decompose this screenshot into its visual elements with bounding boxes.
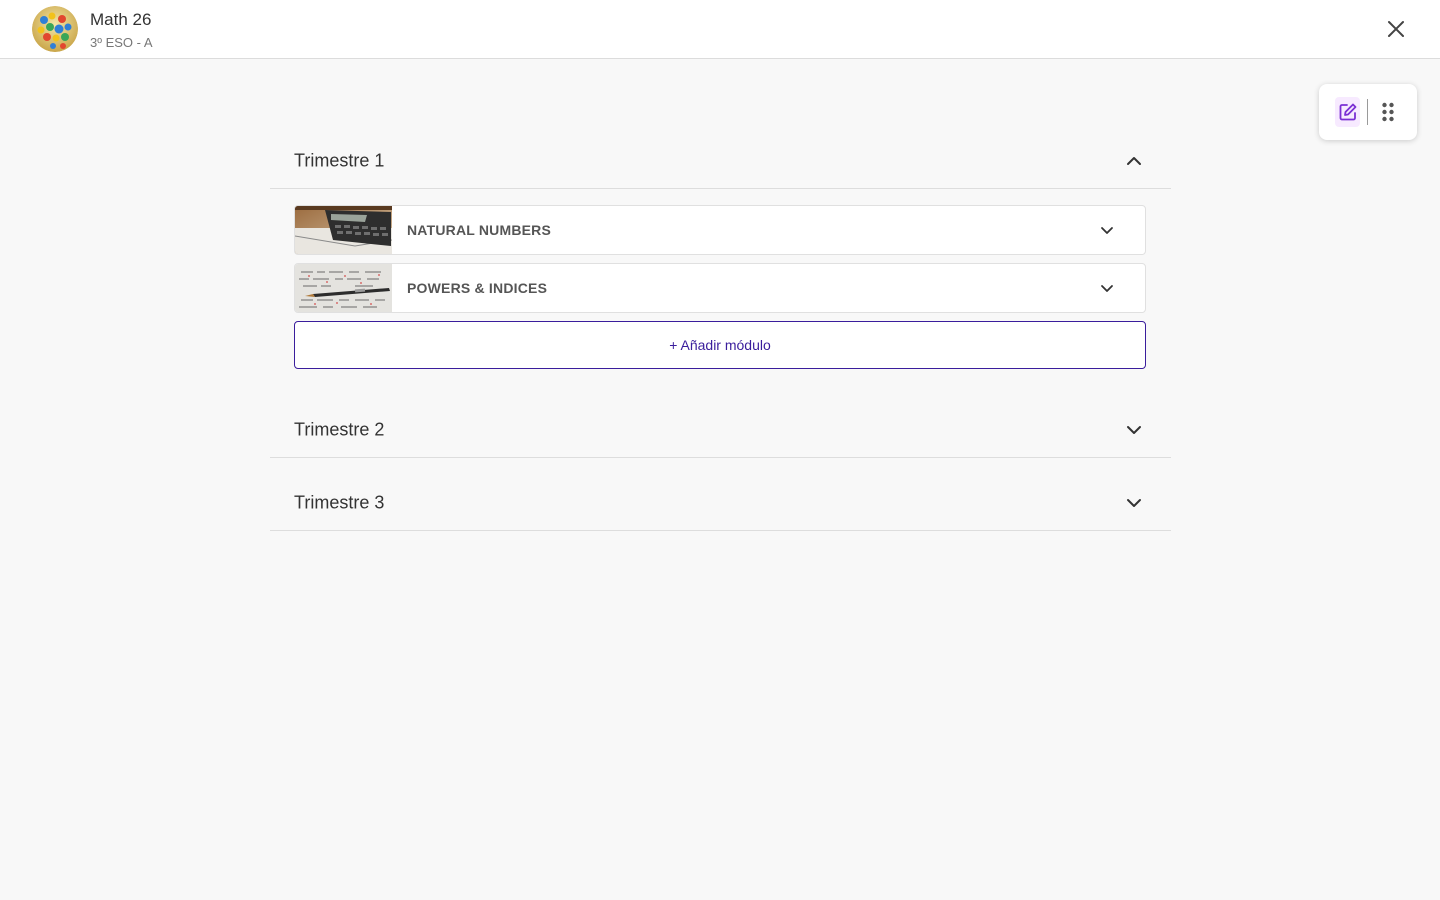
handwriting-pen-image — [295, 264, 392, 312]
chevron-up-icon[interactable] — [1123, 150, 1145, 172]
section-header-trimestre-1[interactable]: Trimestre 1 — [270, 133, 1171, 189]
chevron-down-icon[interactable] — [1097, 220, 1117, 240]
edit-icon — [1339, 103, 1356, 121]
module-powers-indices[interactable]: POWERS & INDICES — [294, 263, 1146, 313]
section-title: Trimestre 3 — [294, 492, 385, 512]
module-natural-numbers[interactable]: NATURAL NUMBERS — [294, 205, 1146, 255]
chevron-down-icon[interactable] — [1123, 419, 1145, 441]
edit-toolbox — [1319, 84, 1417, 140]
top-bar: Math 26 3º ESO - A — [0, 0, 1440, 59]
close-icon — [1388, 21, 1404, 37]
calculator-image — [295, 206, 393, 254]
course-avatar-icon — [32, 6, 78, 52]
drag-handle-icon — [1382, 102, 1394, 122]
chevron-down-icon[interactable] — [1097, 278, 1117, 298]
edit-button[interactable] — [1335, 97, 1360, 127]
course-title: Math 26 — [90, 10, 152, 29]
chevron-down-icon[interactable] — [1123, 492, 1145, 514]
course-subtitle: 3º ESO - A — [90, 35, 153, 50]
section-header-trimestre-3[interactable]: Trimestre 3 — [270, 475, 1171, 531]
module-label: NATURAL NUMBERS — [407, 222, 552, 238]
section-title: Trimestre 1 — [294, 150, 385, 170]
module-label: POWERS & INDICES — [407, 280, 548, 296]
section-title: Trimestre 2 — [294, 419, 385, 439]
drag-handle-button[interactable] — [1377, 98, 1399, 126]
section-header-trimestre-2[interactable]: Trimestre 2 — [270, 402, 1171, 458]
toolbox-divider — [1367, 99, 1368, 125]
close-button[interactable] — [1383, 16, 1409, 42]
add-module-label: + Añadir módulo — [669, 337, 771, 353]
add-module-button[interactable]: + Añadir módulo — [294, 321, 1146, 369]
